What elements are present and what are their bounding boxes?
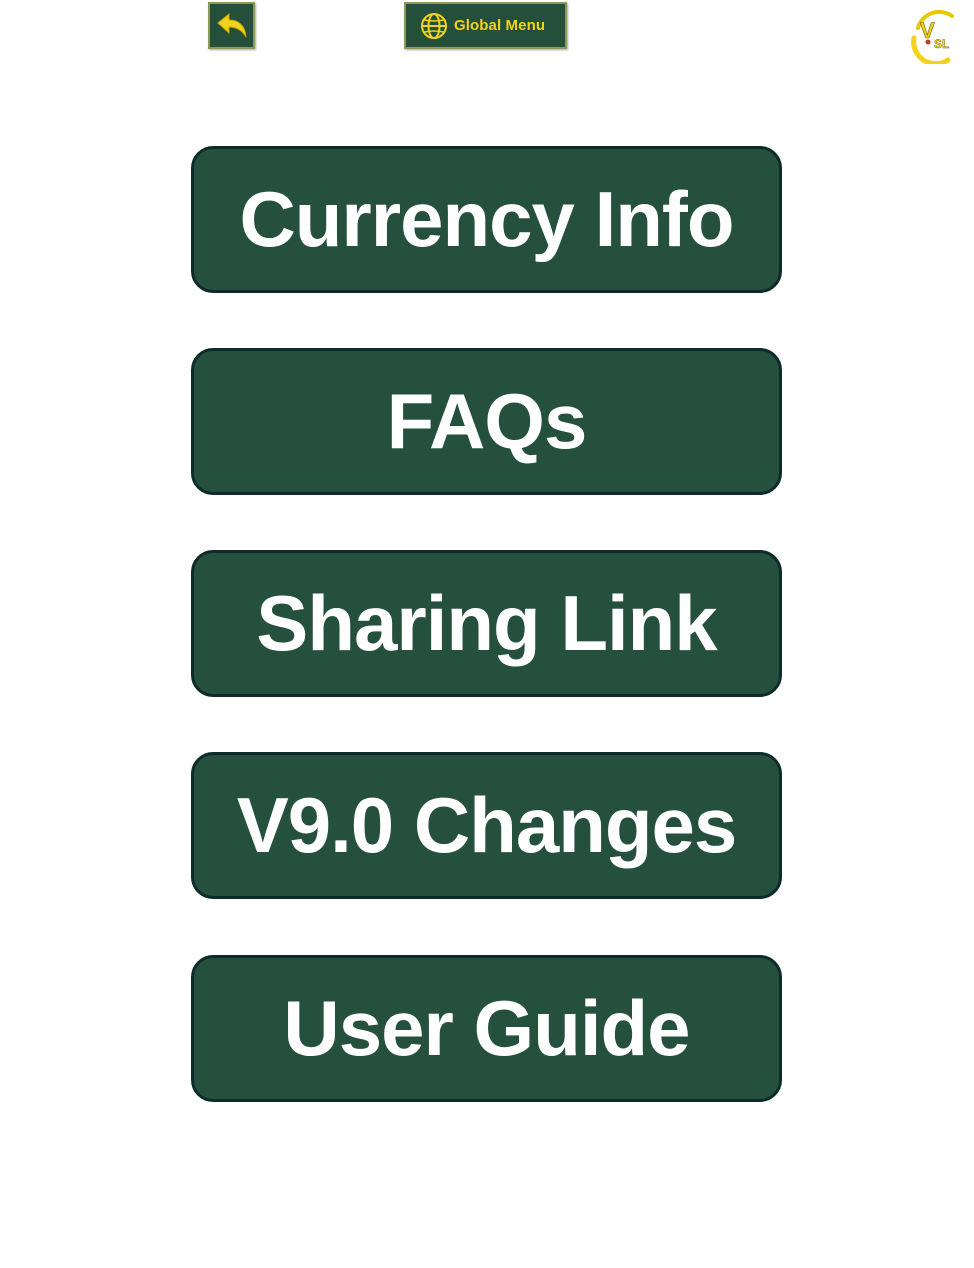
page: Global Menu V SL Currency Info FAQs Shar… bbox=[0, 0, 974, 1268]
vsl-logo-icon: V SL bbox=[911, 9, 954, 64]
undo-arrow-icon bbox=[216, 12, 246, 37]
faqs-button[interactable]: FAQs bbox=[191, 348, 782, 495]
logo-text-sl: SL bbox=[934, 37, 949, 51]
currency-info-button[interactable]: Currency Info bbox=[191, 146, 782, 293]
logo-text-v: V bbox=[920, 18, 935, 43]
back-button[interactable] bbox=[208, 2, 255, 49]
global-menu-button[interactable]: Global Menu bbox=[404, 2, 567, 49]
user-guide-button[interactable]: User Guide bbox=[191, 955, 782, 1102]
sharing-link-button[interactable]: Sharing Link bbox=[191, 550, 782, 697]
v9-changes-button[interactable]: V9.0 Changes bbox=[191, 752, 782, 899]
globe-icon bbox=[421, 12, 447, 39]
global-menu-label: Global Menu bbox=[454, 17, 546, 34]
